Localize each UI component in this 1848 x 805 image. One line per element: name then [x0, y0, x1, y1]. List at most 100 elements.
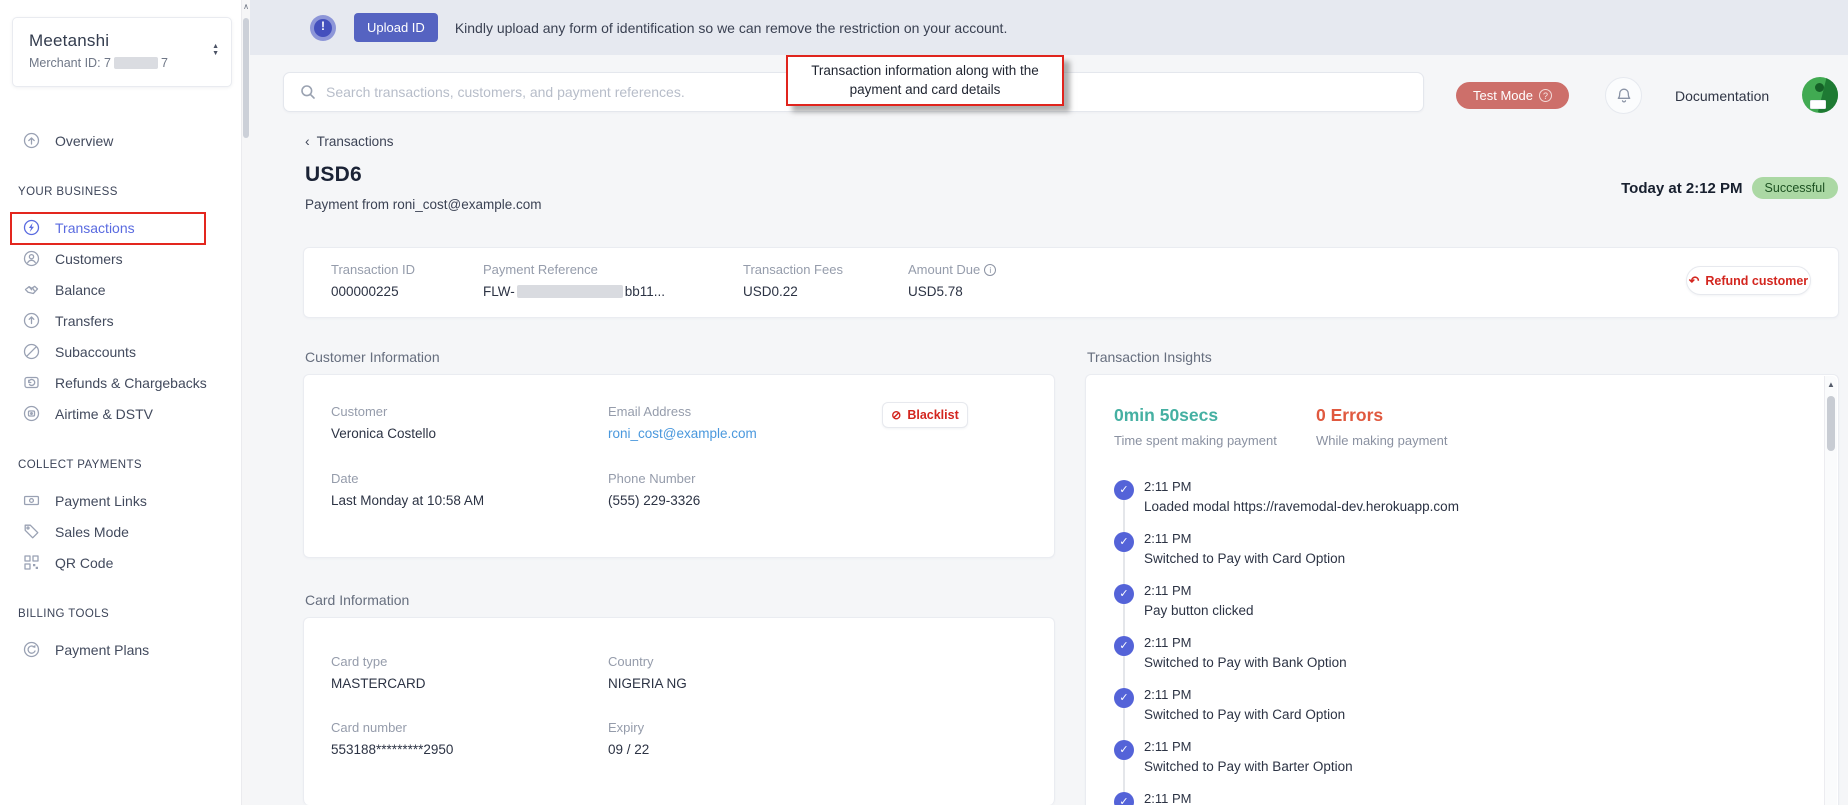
- help-icon: ?: [1539, 89, 1552, 102]
- sidebar-item-label: Transactions: [55, 220, 135, 236]
- sidebar-item-refunds-chargebacks[interactable]: Refunds & Chargebacks: [0, 367, 250, 398]
- sidebar-section-your-business: YOUR BUSINESS: [18, 186, 250, 198]
- status-row: Today at 2:12 PM Successful: [1621, 177, 1838, 199]
- refund-customer-button[interactable]: ↶Refund customer: [1686, 266, 1811, 295]
- documentation-link[interactable]: Documentation: [1675, 88, 1769, 104]
- refunds-icon: [23, 374, 40, 391]
- flutterwave-dashboard: Meetanshi Merchant ID: 7 7 ▲▼ Overview Y…: [0, 0, 1848, 805]
- airtime-icon: [23, 405, 40, 422]
- sales-mode-icon: [23, 523, 40, 540]
- breadcrumb[interactable]: ‹Transactions: [305, 133, 393, 149]
- timeline-event: ✓ 2:11 PM Loaded modal https://ravemodal…: [1114, 479, 1459, 531]
- field-phone-number: Phone Number (555) 229-3326: [608, 471, 700, 508]
- card-information-heading: Card Information: [305, 592, 409, 608]
- test-mode-badge[interactable]: Test Mode ?: [1456, 82, 1569, 109]
- check-icon: ✓: [1114, 584, 1134, 604]
- sidebar-item-label: Balance: [55, 282, 106, 298]
- sidebar-item-label: Sales Mode: [55, 524, 129, 540]
- time-spent-stat: 0min 50secs Time spent making payment: [1114, 405, 1277, 448]
- search-icon: [300, 84, 316, 100]
- transaction-insights-panel: 0min 50secs Time spent making payment 0 …: [1085, 374, 1839, 805]
- field-date: Date Last Monday at 10:58 AM: [331, 471, 484, 508]
- check-icon: ✓: [1114, 480, 1134, 500]
- check-icon: ✓: [1114, 532, 1134, 552]
- sidebar-item-customers[interactable]: Customers: [0, 243, 250, 274]
- sidebar-item-airtime-dstv[interactable]: Airtime & DSTV: [0, 398, 250, 429]
- scroll-up-arrow-icon[interactable]: ▲: [1825, 380, 1837, 389]
- sidebar-item-label: Refunds & Chargebacks: [55, 375, 207, 391]
- overview-icon: [23, 132, 40, 149]
- check-icon: ✓: [1114, 740, 1134, 760]
- alert-icon: !: [310, 15, 336, 41]
- timeline-event: ✓ 2:11 PM Switched to Pay with Card Opti…: [1114, 531, 1459, 583]
- sidebar-item-payment-plans[interactable]: Payment Plans: [0, 634, 250, 665]
- sidebar-item-label: Subaccounts: [55, 344, 136, 360]
- errors-stat: 0 Errors While making payment: [1316, 405, 1448, 448]
- summary-field-payment-reference: Payment Reference FLW-bb11...: [483, 262, 665, 299]
- blacklist-button[interactable]: ⊘Blacklist: [882, 402, 968, 428]
- restriction-banner: ! Upload ID Kindly upload any form of id…: [250, 0, 1848, 55]
- sidebar-item-sales-mode[interactable]: Sales Mode: [0, 516, 250, 547]
- customer-email-link[interactable]: roni_cost@example.com: [608, 426, 757, 441]
- avatar[interactable]: [1802, 77, 1838, 113]
- summary-field-transaction-fees: Transaction Fees USD0.22: [743, 262, 843, 299]
- sidebar-section-billing-tools: BILLING TOOLS: [18, 608, 250, 620]
- scrollbar-thumb[interactable]: [1827, 396, 1835, 451]
- payment-plans-icon: [23, 641, 40, 658]
- status-badge: Successful: [1752, 177, 1838, 199]
- field-card-number: Card number 553188*********2950: [331, 720, 453, 757]
- sidebar-item-overview[interactable]: Overview: [0, 125, 250, 156]
- customers-icon: [23, 250, 40, 267]
- info-icon[interactable]: i: [984, 264, 996, 276]
- refund-arrow-icon: ↶: [1689, 273, 1699, 288]
- sidebar-section-collect-payments: COLLECT PAYMENTS: [18, 459, 250, 471]
- payment-reference-redaction: [517, 285, 623, 298]
- sidebar-item-label: Payment Plans: [55, 642, 149, 658]
- transaction-summary-card: Transaction ID 000000225 Payment Referen…: [303, 247, 1839, 318]
- payment-timeline: ✓ 2:11 PM Loaded modal https://ravemodal…: [1114, 479, 1459, 805]
- insights-scrollbar[interactable]: ▲: [1824, 376, 1837, 805]
- sidebar-item-qr-code[interactable]: QR Code: [0, 547, 250, 578]
- chevron-up-down-icon[interactable]: ▲▼: [212, 44, 219, 57]
- field-country: Country NIGERIA NG: [608, 654, 687, 691]
- field-email-address: Email Address roni_cost@example.com: [608, 404, 757, 441]
- summary-field-amount-due: Amount Duei USD5.78: [908, 262, 996, 299]
- merchant-id-redaction: [114, 57, 158, 69]
- sidebar-item-transfers[interactable]: Transfers: [0, 305, 250, 336]
- check-icon: ✓: [1114, 792, 1134, 805]
- balance-icon: [23, 281, 40, 298]
- timeline-event: ✓ 2:11 PM Switched to Pay with Barter Op…: [1114, 739, 1459, 791]
- sidebar-item-payment-links[interactable]: Payment Links: [0, 485, 250, 516]
- transfers-icon: [23, 312, 40, 329]
- sidebar-item-subaccounts[interactable]: Subaccounts: [0, 336, 250, 367]
- timeline-event: ✓ 2:11 PM Switched to Pay with Card Opti…: [1114, 687, 1459, 739]
- page-title: USD6: [305, 163, 362, 187]
- check-icon: ✓: [1114, 636, 1134, 656]
- upload-id-button[interactable]: Upload ID: [354, 13, 438, 42]
- sidebar: Meetanshi Merchant ID: 7 7 ▲▼ Overview Y…: [0, 0, 250, 805]
- transaction-timestamp: Today at 2:12 PM: [1621, 180, 1742, 197]
- notifications-button[interactable]: [1605, 77, 1642, 114]
- chevron-left-icon: ‹: [305, 133, 310, 149]
- annotation-box: Transaction information along with the p…: [786, 55, 1064, 106]
- sidebar-item-transactions[interactable]: Transactions: [0, 212, 250, 243]
- field-expiry: Expiry 09 / 22: [608, 720, 649, 757]
- merchant-switcher[interactable]: Meetanshi Merchant ID: 7 7 ▲▼: [12, 17, 232, 87]
- blocked-icon: ⊘: [891, 408, 901, 422]
- sidebar-item-balance[interactable]: Balance: [0, 274, 250, 305]
- sidebar-item-label: Payment Links: [55, 493, 147, 509]
- sidebar-scrollbar[interactable]: ∧: [241, 0, 250, 805]
- qr-code-icon: [23, 554, 40, 571]
- field-card-type: Card type MASTERCARD: [331, 654, 426, 691]
- scrollbar-thumb[interactable]: [243, 18, 249, 138]
- transaction-insights-heading: Transaction Insights: [1087, 349, 1212, 365]
- card-information-card: Card type MASTERCARD Country NIGERIA NG …: [303, 617, 1055, 805]
- page-subtitle: Payment from roni_cost@example.com: [305, 197, 542, 212]
- scroll-up-arrow-icon[interactable]: ∧: [242, 2, 250, 11]
- sidebar-item-label: QR Code: [55, 555, 113, 571]
- sidebar-item-label: Overview: [55, 133, 113, 149]
- banner-message: Kindly upload any form of identification…: [455, 20, 1008, 36]
- main-area: ! Upload ID Kindly upload any form of id…: [250, 0, 1848, 805]
- payment-links-icon: [23, 492, 40, 509]
- merchant-id: Merchant ID: 7 7: [29, 56, 217, 70]
